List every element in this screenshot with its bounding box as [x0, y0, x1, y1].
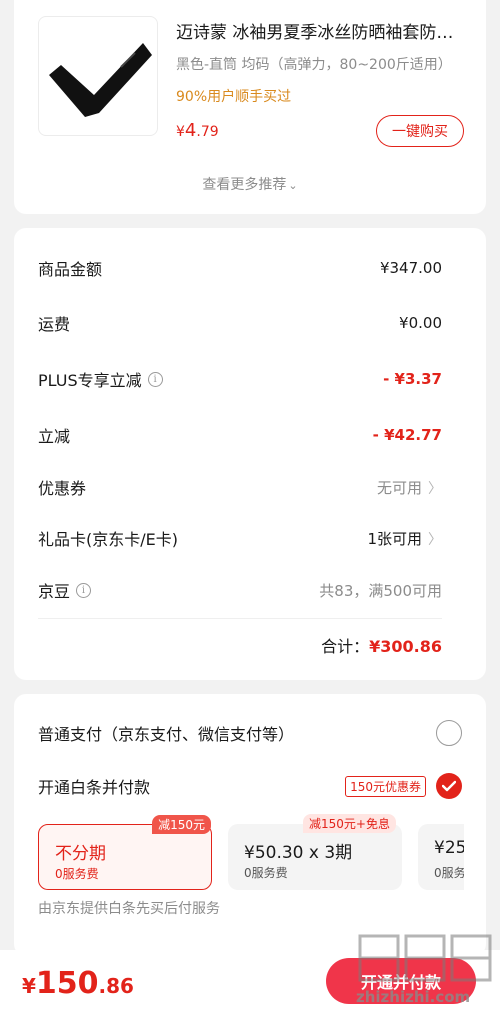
product-spec: 黑色-直筒 均码（高弹力，80~200斤适用） [176, 57, 452, 73]
order-summary-card: 商品金额 ¥347.00 运费 ¥0.00 PLUS专享立减 i - ¥3.37 … [14, 228, 486, 680]
price-dec: .79 [196, 124, 219, 140]
info-icon[interactable]: i [76, 582, 92, 598]
row-label: 京豆 [38, 582, 71, 601]
price-currency: ¥ [176, 124, 185, 140]
baitiao-provider-note: 由京东提供白条先买后付服务 [38, 901, 220, 917]
payment-card: 普通支付（京东支付、微信支付等） 开通白条并付款 150元优惠券 减150元 不… [14, 694, 486, 956]
pay-amount-dec: .86 [98, 974, 134, 998]
more-recommend-label: 查看更多推荐 [202, 177, 287, 193]
coupon-badge: 150元优惠券 [345, 775, 426, 797]
subtotal-amount: ¥300.86 [369, 637, 442, 656]
row-value: 共83，满500可用 [319, 581, 442, 600]
chevron-down-icon: ⌄ [288, 179, 298, 192]
arm-sleeve-image [49, 43, 152, 117]
row-value: - ¥42.77 [372, 426, 442, 444]
row-coupon[interactable]: 优惠券 无可用〉 [38, 475, 442, 499]
pay-amount-int: 150 [35, 966, 99, 1001]
plan-fee: 0服务费 [244, 866, 288, 880]
row-label: PLUS专享立减 [38, 371, 142, 390]
row-shipping: 运费 ¥0.00 [38, 311, 442, 335]
plan-title: ¥25 [434, 838, 464, 858]
plan-fee: 0服务 [434, 866, 464, 880]
row-label-wrap: 京豆 i [38, 578, 92, 602]
plan-option-no-installment[interactable]: 减150元 不分期 0服务费 [38, 815, 212, 890]
subtotal-label: 合计： [321, 637, 370, 656]
pay-currency: ¥ [22, 974, 36, 998]
baitiao-right: 150元优惠券 [345, 773, 462, 799]
row-label: 礼品卡(京东卡/E卡) [38, 530, 178, 549]
row-plus-discount: PLUS专享立减 i - ¥3.37 [38, 367, 442, 391]
plan-discount-tag: 减150元+免息 [303, 814, 396, 833]
one-click-buy-button[interactable]: 一键购买 [376, 115, 464, 147]
product-price: ¥4.79 [176, 120, 219, 141]
normal-payment-label: 普通支付（京东支付、微信支付等） [38, 725, 295, 744]
row-instant-discount: 立减 - ¥42.77 [38, 423, 442, 447]
row-value: 无可用 [376, 478, 422, 497]
baitiao-label: 开通白条并付款 [38, 778, 151, 797]
row-goods-amount: 商品金额 ¥347.00 [38, 256, 442, 280]
row-label: 商品金额 [38, 260, 103, 279]
divider [38, 618, 442, 619]
plan-title: ¥50.30 x 3期 [244, 843, 353, 863]
row-value: 1张可用 [367, 529, 422, 548]
normal-payment-option[interactable]: 普通支付（京东支付、微信支付等） [38, 719, 462, 747]
row-gift-card[interactable]: 礼品卡(京东卡/E卡) 1张可用〉 [38, 526, 442, 550]
more-recommend-link[interactable]: 查看更多推荐 ⌄ [14, 174, 486, 194]
product-title[interactable]: 迈诗蒙 冰袖男夏季冰丝防晒袖套防紫外线运动 [176, 18, 466, 43]
row-label: 立减 [38, 427, 71, 446]
row-value: ¥347.00 [379, 259, 442, 277]
plan-fee: 0服务费 [55, 867, 99, 881]
subtotal: 合计：¥300.86 [321, 633, 442, 657]
row-label-wrap: PLUS专享立减 i [38, 367, 163, 391]
checkmark-icon[interactable] [436, 773, 462, 799]
row-label: 运费 [38, 315, 71, 334]
row-value-wrap: 1张可用〉 [367, 528, 442, 549]
row-label: 优惠券 [38, 479, 87, 498]
product-thumbnail[interactable] [38, 16, 158, 136]
chevron-right-icon: 〉 [428, 531, 442, 548]
plan-option-3-installments[interactable]: 减150元+免息 ¥50.30 x 3期 0服务费 [228, 814, 402, 890]
baitiao-payment-option[interactable]: 开通白条并付款 150元优惠券 [38, 772, 462, 800]
pay-amount: ¥150.86 [22, 966, 134, 1001]
radio-unchecked-icon[interactable] [436, 720, 462, 746]
plan-option-more[interactable]: ¥25 0服务 [418, 824, 464, 890]
row-value: - ¥3.37 [383, 370, 442, 388]
watermark-text: zhizhizhi.com [356, 988, 471, 1006]
row-jd-beans: 京豆 i 共83，满500可用 [38, 578, 442, 602]
social-proof: 90%用户顺手买过 [176, 89, 292, 105]
row-value-wrap: 无可用〉 [377, 477, 442, 498]
plan-discount-tag: 减150元 [152, 815, 211, 834]
plan-title: 不分期 [55, 844, 106, 864]
recommend-card: 迈诗蒙 冰袖男夏季冰丝防晒袖套防紫外线运动 黑色-直筒 均码（高弹力，80~20… [14, 0, 486, 214]
info-icon[interactable]: i [147, 371, 163, 387]
price-int: 4 [184, 120, 197, 141]
row-value: ¥0.00 [399, 314, 442, 332]
chevron-right-icon: 〉 [428, 480, 442, 497]
